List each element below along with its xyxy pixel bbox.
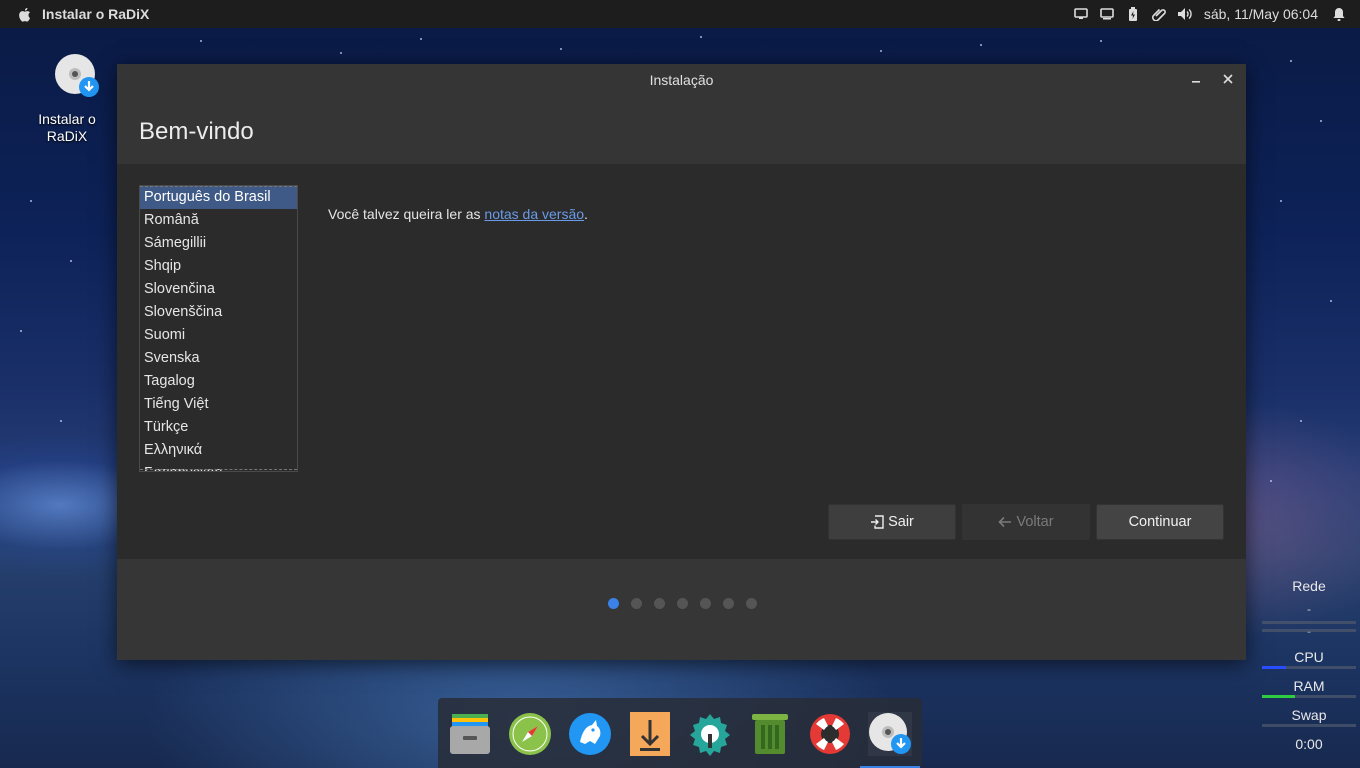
language-item[interactable]: Română: [140, 209, 297, 232]
clock[interactable]: sáb, 11/May 06:04: [1198, 6, 1326, 22]
language-item[interactable]: Svenska: [140, 347, 297, 370]
clip-icon[interactable]: [1146, 0, 1172, 28]
installer-content: Português do Brasil Română Sámegillii Shqip…: [117, 164, 1246, 559]
list-scroll-edge-top: [140, 186, 297, 188]
progress-step-dot: [630, 598, 642, 609]
quit-button[interactable]: Sair: [828, 504, 956, 540]
ram-label: RAM: [1293, 678, 1325, 694]
language-item[interactable]: Tagalog: [140, 370, 297, 393]
net-up-value: -: [1307, 602, 1311, 616]
ram-bar-fill: [1262, 695, 1295, 698]
language-item[interactable]: Sámegillii: [140, 232, 297, 255]
system-tray: sáb, 11/May 06:04: [1068, 0, 1360, 28]
uptime: 0:00: [1295, 736, 1323, 752]
browser-icon[interactable]: [508, 712, 552, 756]
list-scroll-edge-bottom: [140, 469, 297, 471]
net-down-bar: [1262, 629, 1356, 632]
ram-bar: [1262, 695, 1356, 698]
page-header: Bem-vindo: [117, 96, 1246, 164]
desktop-icon-label: Instalar o RaDiX: [38, 111, 96, 144]
installer-disc-icon: [55, 54, 99, 97]
language-item[interactable]: Tiếng Việt: [140, 393, 297, 416]
screen-icon[interactable]: [1068, 0, 1094, 28]
progress-step-dot: [722, 598, 734, 609]
minimize-icon: [1192, 81, 1200, 83]
progress-step-dot: [607, 598, 619, 609]
bell-icon[interactable]: [1326, 0, 1352, 28]
dock: [438, 698, 922, 768]
trash-icon[interactable]: [748, 712, 792, 756]
downloader-icon[interactable]: [628, 712, 672, 756]
system-monitor: Rede - - CPU RAM Swap 0:00: [1258, 576, 1360, 763]
top-panel: Instalar o RaDiX sáb, 11/May 06:04: [0, 0, 1360, 28]
continue-button[interactable]: Continuar: [1096, 504, 1224, 540]
files-icon[interactable]: [448, 712, 492, 756]
quit-button-label: Sair: [888, 514, 914, 530]
desktop-install-shortcut[interactable]: Instalar o RaDiX: [22, 54, 112, 145]
close-button[interactable]: [1216, 64, 1240, 96]
battery-icon[interactable]: [1120, 0, 1146, 28]
installer-window: Instalação Bem-vindo Português do Brasil…: [117, 64, 1246, 660]
close-icon: [1223, 74, 1233, 84]
installer-icon[interactable]: [860, 712, 920, 768]
back-button[interactable]: Voltar: [962, 504, 1090, 540]
cpu-label: CPU: [1294, 649, 1324, 665]
notes-prefix: Você talvez queira ler as: [328, 206, 485, 222]
volume-icon[interactable]: [1172, 0, 1198, 28]
help-icon[interactable]: [808, 712, 852, 756]
release-notes-link[interactable]: notas da versão: [484, 206, 584, 222]
language-item[interactable]: Slovenščina: [140, 301, 297, 324]
language-item[interactable]: Português do Brasil: [140, 186, 297, 209]
swap-bar: [1262, 724, 1356, 727]
net-label: Rede: [1292, 578, 1326, 594]
progress-step-dot: [653, 598, 665, 609]
language-item[interactable]: Shqip: [140, 255, 297, 278]
net-up-bar: [1262, 621, 1356, 624]
window-title: Instalação: [649, 72, 714, 88]
language-item[interactable]: Ελληνικά: [140, 439, 297, 462]
cpu-bar-fill: [1262, 666, 1286, 669]
swap-label: Swap: [1291, 707, 1327, 723]
progress-step-dot: [676, 598, 688, 609]
continue-button-label: Continuar: [1128, 514, 1192, 530]
cpu-bar: [1262, 666, 1356, 669]
messenger-icon[interactable]: [568, 712, 612, 756]
display-icon[interactable]: [1094, 0, 1120, 28]
active-app-title[interactable]: Instalar o RaDiX: [42, 6, 149, 22]
language-item[interactable]: Türkçe: [140, 416, 297, 439]
progress-step-dot: [745, 598, 757, 609]
notes-suffix: .: [584, 206, 588, 222]
settings-icon[interactable]: [688, 712, 732, 756]
back-button-label: Voltar: [1016, 514, 1054, 530]
exit-icon: [871, 515, 884, 529]
language-item[interactable]: Suomi: [140, 324, 297, 347]
language-list[interactable]: Português do Brasil Română Sámegillii Shqip…: [139, 185, 298, 472]
window-titlebar[interactable]: Instalação: [117, 64, 1246, 96]
release-notes-text: Você talvez queira ler as notas da versã…: [328, 206, 588, 222]
arrow-left-icon: [998, 516, 1012, 528]
language-item[interactable]: Slovenčina: [140, 278, 297, 301]
installer-footer: [117, 559, 1246, 660]
minimize-button[interactable]: [1184, 64, 1208, 96]
apple-menu-icon[interactable]: [10, 7, 40, 22]
progress-step-dot: [699, 598, 711, 609]
progress-steps: [117, 598, 1246, 609]
page-title: Bem-vindo: [139, 118, 254, 145]
